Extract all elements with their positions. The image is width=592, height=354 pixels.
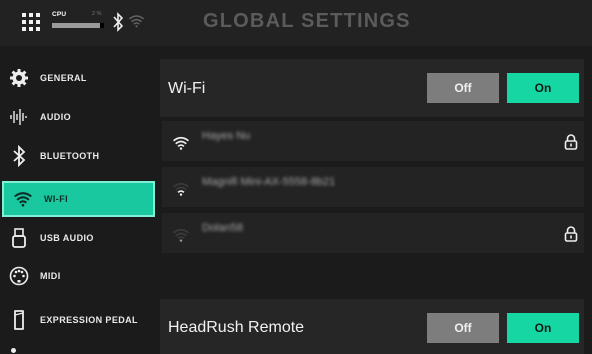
sidebar-item-audio[interactable]: AUDIO	[0, 99, 158, 135]
sidebar-item-midi[interactable]: MIDI	[0, 258, 158, 294]
cpu-meter: CPU 2 %	[52, 11, 104, 33]
headrush-remote-label: HeadRush Remote	[168, 319, 305, 336]
bluetooth-icon	[8, 145, 30, 167]
network-item[interactable]: Hayes Nu	[162, 121, 584, 161]
pedal-icon	[8, 309, 30, 331]
top-bar: CPU 2 % GLOBAL SETTINGS	[0, 0, 592, 46]
wifi-on-button[interactable]: On	[507, 73, 579, 103]
network-name: Dolan58	[202, 222, 243, 234]
wifi-signal-low-icon	[172, 182, 190, 196]
wifi-off-button[interactable]: Off	[427, 73, 499, 103]
headrush-remote-on-button[interactable]: On	[507, 313, 579, 343]
waveform-icon	[8, 106, 30, 128]
headrush-remote-off-button[interactable]: Off	[427, 313, 499, 343]
lock-icon	[564, 226, 578, 242]
sidebar-item-wifi[interactable]: WI-FI	[2, 181, 155, 217]
menu-grid-icon[interactable]	[22, 13, 40, 31]
sidebar-item-label: WI-FI	[44, 194, 68, 204]
network-item[interactable]: Magnifi Mini-AX-5558-8b21	[162, 167, 584, 207]
network-name: Magnifi Mini-AX-5558-8b21	[202, 176, 336, 188]
cpu-percent: 2 %	[92, 11, 102, 17]
usb-icon	[8, 227, 30, 249]
wifi-label: Wi-Fi	[168, 80, 206, 97]
network-item[interactable]: Dolan58	[162, 213, 584, 253]
wifi-signal-full-icon	[172, 136, 190, 150]
sidebar-item-label: GENERAL	[40, 73, 87, 83]
cpu-bar-fill	[52, 23, 101, 28]
sidebar-item-general[interactable]: GENERAL	[0, 60, 158, 96]
sidebar-item-label: AUDIO	[40, 112, 71, 122]
wifi-signal-faint-icon	[172, 228, 190, 242]
sidebar-item-label: USB AUDIO	[40, 233, 94, 243]
cpu-bar-track	[52, 23, 104, 28]
sidebar-item-bluetooth[interactable]: BLUETOOTH	[0, 138, 158, 174]
main-panel: Wi-Fi Off On Hayes Nu Magnifi Mini-AX-55…	[160, 46, 592, 354]
gear-icon	[8, 67, 30, 89]
more-items-indicator	[11, 348, 16, 353]
sidebar: GENERAL AUDIO BLUETOOTH WI-FI USB AUDIO …	[0, 46, 160, 354]
sidebar-item-label: BLUETOOTH	[40, 151, 100, 161]
sidebar-item-label: EXPRESSION PEDAL	[40, 315, 138, 325]
wifi-status-icon	[128, 15, 145, 28]
cpu-label: CPU	[52, 11, 67, 18]
midi-icon	[8, 265, 30, 287]
sidebar-item-usb-audio[interactable]: USB AUDIO	[0, 220, 158, 256]
bluetooth-icon	[113, 12, 124, 32]
sidebar-item-label: MIDI	[40, 271, 61, 281]
wifi-toggle-row: Wi-Fi Off On	[160, 59, 584, 117]
sidebar-item-expression-pedal[interactable]: EXPRESSION PEDAL	[0, 302, 158, 338]
lock-icon	[564, 134, 578, 150]
wifi-icon	[12, 188, 34, 210]
network-name: Hayes Nu	[202, 130, 251, 142]
page-title: GLOBAL SETTINGS	[203, 10, 411, 32]
headrush-remote-row: HeadRush Remote Off On	[160, 299, 584, 354]
